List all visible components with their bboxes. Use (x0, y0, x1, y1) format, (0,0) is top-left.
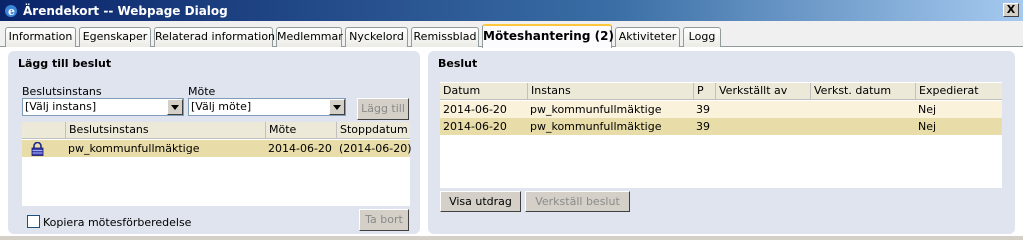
row-datum: 2014-06-20 (443, 103, 507, 116)
beslutsinstans-select[interactable]: [Välj instans] (22, 98, 184, 116)
mote-value: [Välj möte] (191, 100, 252, 113)
mote-label: Möte (188, 85, 216, 98)
tab-aktiviteter[interactable]: Aktiviteter (615, 27, 680, 47)
add-decision-panel: Lägg till beslut Beslutsinstans [Välj in… (8, 51, 420, 234)
tab-bar: Information Egenskaper Relaterad informa… (0, 21, 1023, 48)
add-button[interactable]: Lägg till (357, 98, 409, 120)
column-header-instans[interactable]: Instans (527, 83, 693, 100)
column-header-verkstallt-av[interactable]: Verkställt av (715, 83, 810, 100)
beslutsinstans-value: [Välj instans] (25, 100, 97, 113)
window-title: Ärendekort -- Webpage Dialog (23, 3, 228, 18)
tab-nyckelord[interactable]: Nyckelord (345, 27, 408, 47)
column-header-verkst-datum[interactable]: Verkst. datum (810, 83, 915, 100)
column-header-stoppdatum[interactable]: Stoppdatum (336, 122, 410, 139)
svg-text:e: e (8, 5, 15, 18)
column-header-mote[interactable]: Möte (265, 122, 336, 139)
column-header-datum[interactable]: Datum (440, 83, 527, 100)
grid-header: Datum Instans P Verkställt av Verkst. da… (440, 83, 1002, 100)
tab-content: Lägg till beslut Beslutsinstans [Välj in… (0, 47, 1023, 236)
copy-preparation-checkbox[interactable] (27, 215, 40, 228)
column-header-expedierat[interactable]: Expedierat (915, 83, 1002, 100)
decision-instance-grid: Beslutsinstans Möte Stoppdatum pw_kommun… (22, 122, 412, 206)
show-excerpt-button[interactable]: Visa utdrag (440, 191, 521, 212)
row-instans: pw_kommunfullmäktige (530, 120, 662, 133)
chevron-down-icon[interactable] (329, 99, 345, 115)
tab-medlemmar[interactable]: Medlemmar (276, 27, 343, 47)
row-instans: pw_kommunfullmäktige (530, 103, 662, 116)
add-decision-title: Lägg till beslut (18, 57, 112, 70)
table-row[interactable]: pw_kommunfullmäktige 2014-06-20 (2014-06… (22, 140, 412, 157)
decisions-grid: Datum Instans P Verkställt av Verkst. da… (440, 82, 1002, 188)
close-button[interactable]: X (1003, 3, 1019, 17)
tab-moteshantering[interactable]: Möteshantering (2) (482, 24, 614, 48)
row-verkst-datum (810, 118, 915, 135)
row-datum: 2014-06-20 (443, 120, 507, 133)
lock-icon (27, 140, 57, 157)
internet-explorer-icon: e (3, 3, 19, 19)
row-verkst-datum (810, 101, 915, 118)
row-expedierat: Nej (918, 120, 937, 133)
table-row[interactable]: 2014-06-20 pw_kommunfullmäktige 39 Nej (440, 101, 1002, 118)
column-header-p[interactable]: P (693, 83, 715, 100)
icon-column-header (22, 122, 65, 139)
row-instans: pw_kommunfullmäktige (68, 142, 200, 155)
tab-relaterad-information[interactable]: Relaterad information (154, 27, 275, 47)
tab-logg[interactable]: Logg (683, 27, 721, 47)
chevron-down-icon[interactable] (167, 99, 183, 115)
row-verkstallt-av (715, 101, 810, 118)
copy-preparation-label: Kopiera mötesförberedelse (43, 216, 192, 229)
column-header-beslutsinstans[interactable]: Beslutsinstans (65, 122, 265, 139)
window-title-bar: e Ärendekort -- Webpage Dialog X (0, 0, 1023, 21)
execute-decision-button[interactable]: Verkställ beslut (525, 191, 630, 212)
tab-egenskaper[interactable]: Egenskaper (79, 27, 151, 47)
beslutsinstans-label: Beslutsinstans (22, 85, 102, 98)
tab-information[interactable]: Information (5, 27, 76, 47)
grid-header: Beslutsinstans Möte Stoppdatum (22, 122, 410, 139)
mote-select[interactable]: [Välj möte] (188, 98, 346, 116)
remove-button[interactable]: Ta bort (359, 209, 409, 231)
decisions-title: Beslut (438, 57, 478, 70)
row-mote: 2014-06-20 (268, 142, 332, 155)
decisions-panel: Beslut Datum Instans P Verkställt av Ver… (428, 51, 1015, 234)
row-expedierat: Nej (918, 103, 937, 116)
row-stoppdatum: (2014-06-20) (339, 142, 412, 155)
row-verkstallt-av (715, 118, 810, 135)
tab-remissblad[interactable]: Remissblad (411, 27, 479, 47)
row-p: 39 (696, 120, 710, 133)
table-row[interactable]: 2014-06-20 pw_kommunfullmäktige 39 Nej (440, 118, 1002, 135)
row-p: 39 (696, 103, 710, 116)
